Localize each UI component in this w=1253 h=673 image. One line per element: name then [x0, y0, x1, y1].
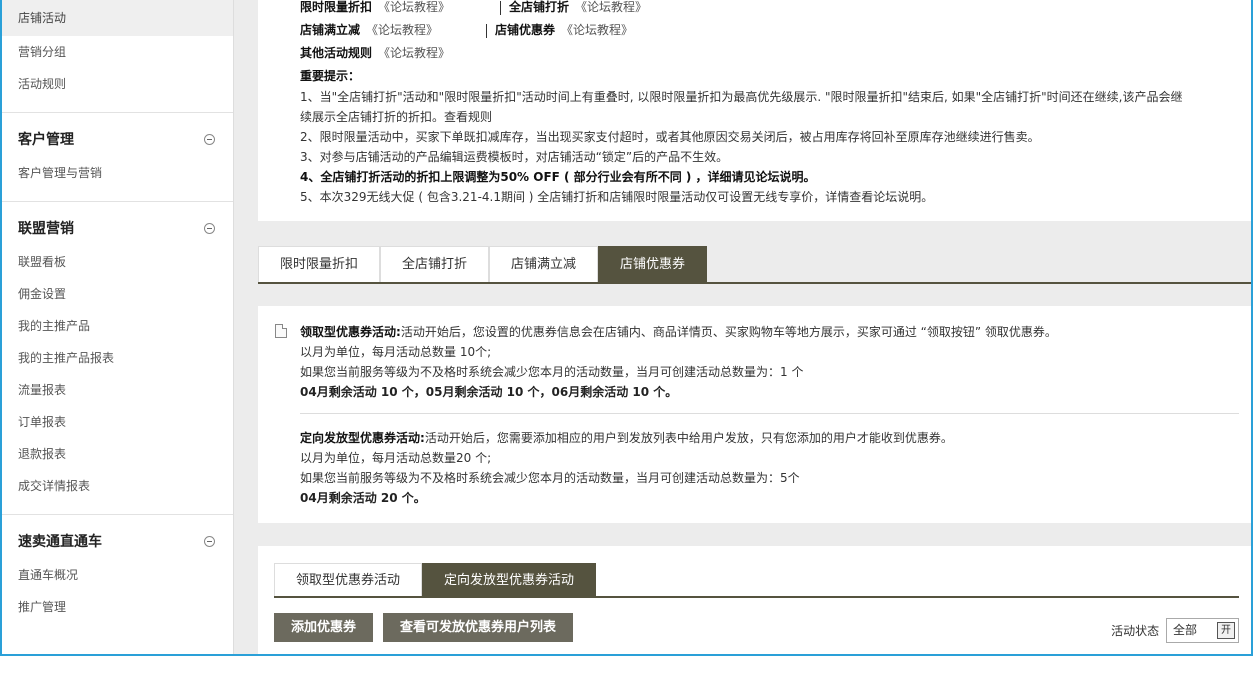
dropdown-arrow-icon[interactable]: 开: [1217, 622, 1235, 639]
status-select[interactable]: 全部 开: [1166, 618, 1239, 643]
sidebar-item-deal-report[interactable]: 成交详情报表: [2, 470, 233, 502]
notice-title: 重要提示：: [300, 69, 361, 83]
info-line: 04月剩余活动 10 个，05月剩余活动 10 个，06月剩余活动 10 个。: [300, 385, 678, 399]
info-line: 如果您当前服务等级为不及格时系统会减少您本月的活动数量，当月可创建活动总数量为：…: [300, 471, 800, 485]
rule-name: 店铺优惠券: [495, 23, 556, 37]
coupon-info-panel: 领取型优惠券活动:活动开始后，您设置的优惠券信息会在店铺内、商品详情页、买家购物…: [258, 306, 1251, 523]
rules-panel: 限时限量折扣 《论坛教程》 全店铺打折 《论坛教程》 店铺满立减 《论坛教程》 店铺优惠券…: [258, 0, 1251, 221]
main-content: 限时限量折扣 《论坛教程》 全店铺打折 《论坛教程》 店铺满立减 《论坛教程》 店铺优惠券…: [258, 0, 1251, 654]
action-row: 添加优惠券 查看可发放优惠券用户列表 活动状态 全部 开: [274, 598, 1239, 643]
info-line: 定向发放型优惠券活动:活动开始后，您需要添加相应的用户到发放列表中给用户发放，只…: [300, 428, 1239, 448]
info-line: 如果您当前服务等级为不及格时系统会减少您本月的活动数量，当月可创建活动总数量为：…: [300, 365, 804, 379]
rule-row: 店铺满立减 《论坛教程》 店铺优惠券 《论坛教程》: [300, 19, 1233, 42]
status-value: 全部: [1173, 623, 1198, 637]
tab-full-reduction[interactable]: 店铺满立减: [489, 246, 599, 282]
sidebar-item-main-products[interactable]: 我的主推产品: [2, 310, 233, 342]
info-line: 领取型优惠券活动:活动开始后，您设置的优惠券信息会在店铺内、商品详情页、买家购物…: [300, 322, 1239, 342]
info-desc: 活动开始后，您需要添加相应的用户到发放列表中给用户发放，只有您添加的用户才能收到…: [424, 431, 953, 445]
view-user-list-button[interactable]: 查看可发放优惠券用户列表: [383, 613, 574, 642]
collapse-icon[interactable]: [204, 134, 215, 145]
notice-line: 5、本次329无线大促 ( 包含3.21-4.1期间 ) 全店铺打折和店铺限时限…: [300, 190, 934, 204]
notice-line: 4、全店铺打折活动的折扣上限调整为50% OFF ( 部分行业会有所不同 ) ，…: [300, 170, 816, 184]
tab-targeted-coupon[interactable]: 定向发放型优惠券活动: [422, 563, 597, 596]
document-icon: [275, 324, 287, 338]
sidebar-item-activity-rules[interactable]: 活动规则: [2, 68, 233, 100]
sidebar-group-title[interactable]: 客户管理: [2, 123, 233, 157]
activity-tabs: 限时限量折扣 全店铺打折 店铺满立减 店铺优惠券: [258, 246, 1251, 284]
sidebar-item-traffic-report[interactable]: 流量报表: [2, 374, 233, 406]
status-filter: 活动状态 全部 开: [1111, 618, 1239, 643]
sidebar-item-p4p-overview[interactable]: 直通车概况: [2, 559, 233, 591]
rule-name: 其他活动规则: [300, 46, 373, 60]
divider: [300, 413, 1239, 414]
notice-line: 3、对参与店铺活动的产品编辑运费模板时，对店铺活动“锁定”后的产品不生效。: [300, 150, 729, 164]
coupon-type-tabs: 领取型优惠券活动 定向发放型优惠券活动: [274, 563, 1239, 598]
tab-store-discount[interactable]: 全店铺打折: [380, 246, 490, 282]
sidebar-group-p4p: 速卖通直通车 直通车概况 推广管理: [2, 514, 233, 623]
sidebar-group-title[interactable]: 速卖通直通车: [2, 525, 233, 559]
add-coupon-button[interactable]: 添加优惠券: [274, 613, 374, 642]
sidebar-group-label: 联盟营销: [18, 221, 74, 237]
info-line: 以月为单位，每月活动总数量 10个;: [300, 345, 492, 359]
tab-limited-discount[interactable]: 限时限量折扣: [258, 246, 381, 282]
sidebar-item-order-report[interactable]: 订单报表: [2, 406, 233, 438]
info-title: 定向发放型优惠券活动:: [300, 431, 425, 445]
sidebar-item-marketing-group[interactable]: 营销分组: [2, 36, 233, 68]
forum-tutorial-link[interactable]: 《论坛教程》: [561, 23, 633, 37]
tab-claim-coupon[interactable]: 领取型优惠券活动: [274, 563, 423, 596]
rule-name: 店铺满立减: [300, 23, 361, 37]
sidebar-group-label: 速卖通直通车: [18, 534, 102, 550]
tab-store-coupon[interactable]: 店铺优惠券: [598, 246, 708, 282]
info-desc: 活动开始后，您设置的优惠券信息会在店铺内、商品详情页、买家购物车等地方展示，买家…: [400, 325, 1057, 339]
sidebar-item-shop-activity[interactable]: 店铺活动: [2, 0, 233, 36]
forum-tutorial-link[interactable]: 《论坛教程》: [575, 0, 647, 14]
rule-row: 其他活动规则 《论坛教程》: [300, 42, 1233, 65]
collapse-icon[interactable]: [204, 223, 215, 234]
forum-tutorial-link[interactable]: 《论坛教程》: [378, 0, 450, 14]
info-block-claim: 领取型优惠券活动:活动开始后，您设置的优惠券信息会在店铺内、商品详情页、买家购物…: [275, 322, 1239, 402]
sidebar-group-customer: 客户管理 客户管理与营销: [2, 112, 233, 189]
rule-name: 限时限量折扣: [300, 0, 373, 14]
collapse-icon[interactable]: [204, 536, 215, 547]
app-frame: 店铺活动 营销分组 活动规则 客户管理 客户管理与营销 联盟营销 联盟看板 佣金…: [0, 0, 1253, 656]
status-label: 活动状态: [1111, 624, 1160, 638]
sidebar-item-main-products-report[interactable]: 我的主推产品报表: [2, 342, 233, 374]
sidebar-item-refund-report[interactable]: 退款报表: [2, 438, 233, 470]
info-line: 04月剩余活动 20 个。: [300, 491, 426, 505]
sidebar-item-customer-marketing[interactable]: 客户管理与营销: [2, 157, 233, 189]
notice-line: 续展示全店铺打折的折扣。查看规则: [300, 110, 493, 124]
rule-row: 限时限量折扣 《论坛教程》 全店铺打折 《论坛教程》: [300, 0, 1233, 19]
sidebar-group-label: 客户管理: [18, 132, 74, 148]
sidebar-group-title[interactable]: 联盟营销: [2, 212, 233, 246]
sidebar-item-affiliate-dashboard[interactable]: 联盟看板: [2, 246, 233, 278]
sidebar-group-affiliate: 联盟营销 联盟看板 佣金设置 我的主推产品 我的主推产品报表 流量报表 订单报表…: [2, 201, 233, 502]
notice-line: 1、当"全店铺打折"活动和"限时限量折扣"活动时间上有重叠时, 以限时限量折扣为…: [300, 90, 1183, 104]
info-title: 领取型优惠券活动:: [300, 325, 401, 339]
coupon-list-panel: 领取型优惠券活动 定向发放型优惠券活动 添加优惠券 查看可发放优惠券用户列表 活…: [258, 546, 1251, 654]
sidebar-item-commission[interactable]: 佣金设置: [2, 278, 233, 310]
notice-line: 2、限时限量活动中，买家下单既扣减库存，当出现买家支付超时，或者其他原因交易关闭…: [300, 130, 1040, 144]
sidebar: 店铺活动 营销分组 活动规则 客户管理 客户管理与营销 联盟营销 联盟看板 佣金…: [2, 0, 234, 654]
sidebar-item-promotion-manage[interactable]: 推广管理: [2, 591, 233, 623]
info-block-targeted: 定向发放型优惠券活动:活动开始后，您需要添加相应的用户到发放列表中给用户发放，只…: [275, 428, 1239, 508]
separator: [486, 23, 488, 38]
forum-tutorial-link[interactable]: 《论坛教程》: [366, 23, 438, 37]
rule-name: 全店铺打折: [509, 0, 570, 14]
separator: [500, 0, 502, 15]
forum-tutorial-link[interactable]: 《论坛教程》: [378, 46, 450, 60]
info-line: 以月为单位，每月活动总数量20 个;: [300, 451, 492, 465]
